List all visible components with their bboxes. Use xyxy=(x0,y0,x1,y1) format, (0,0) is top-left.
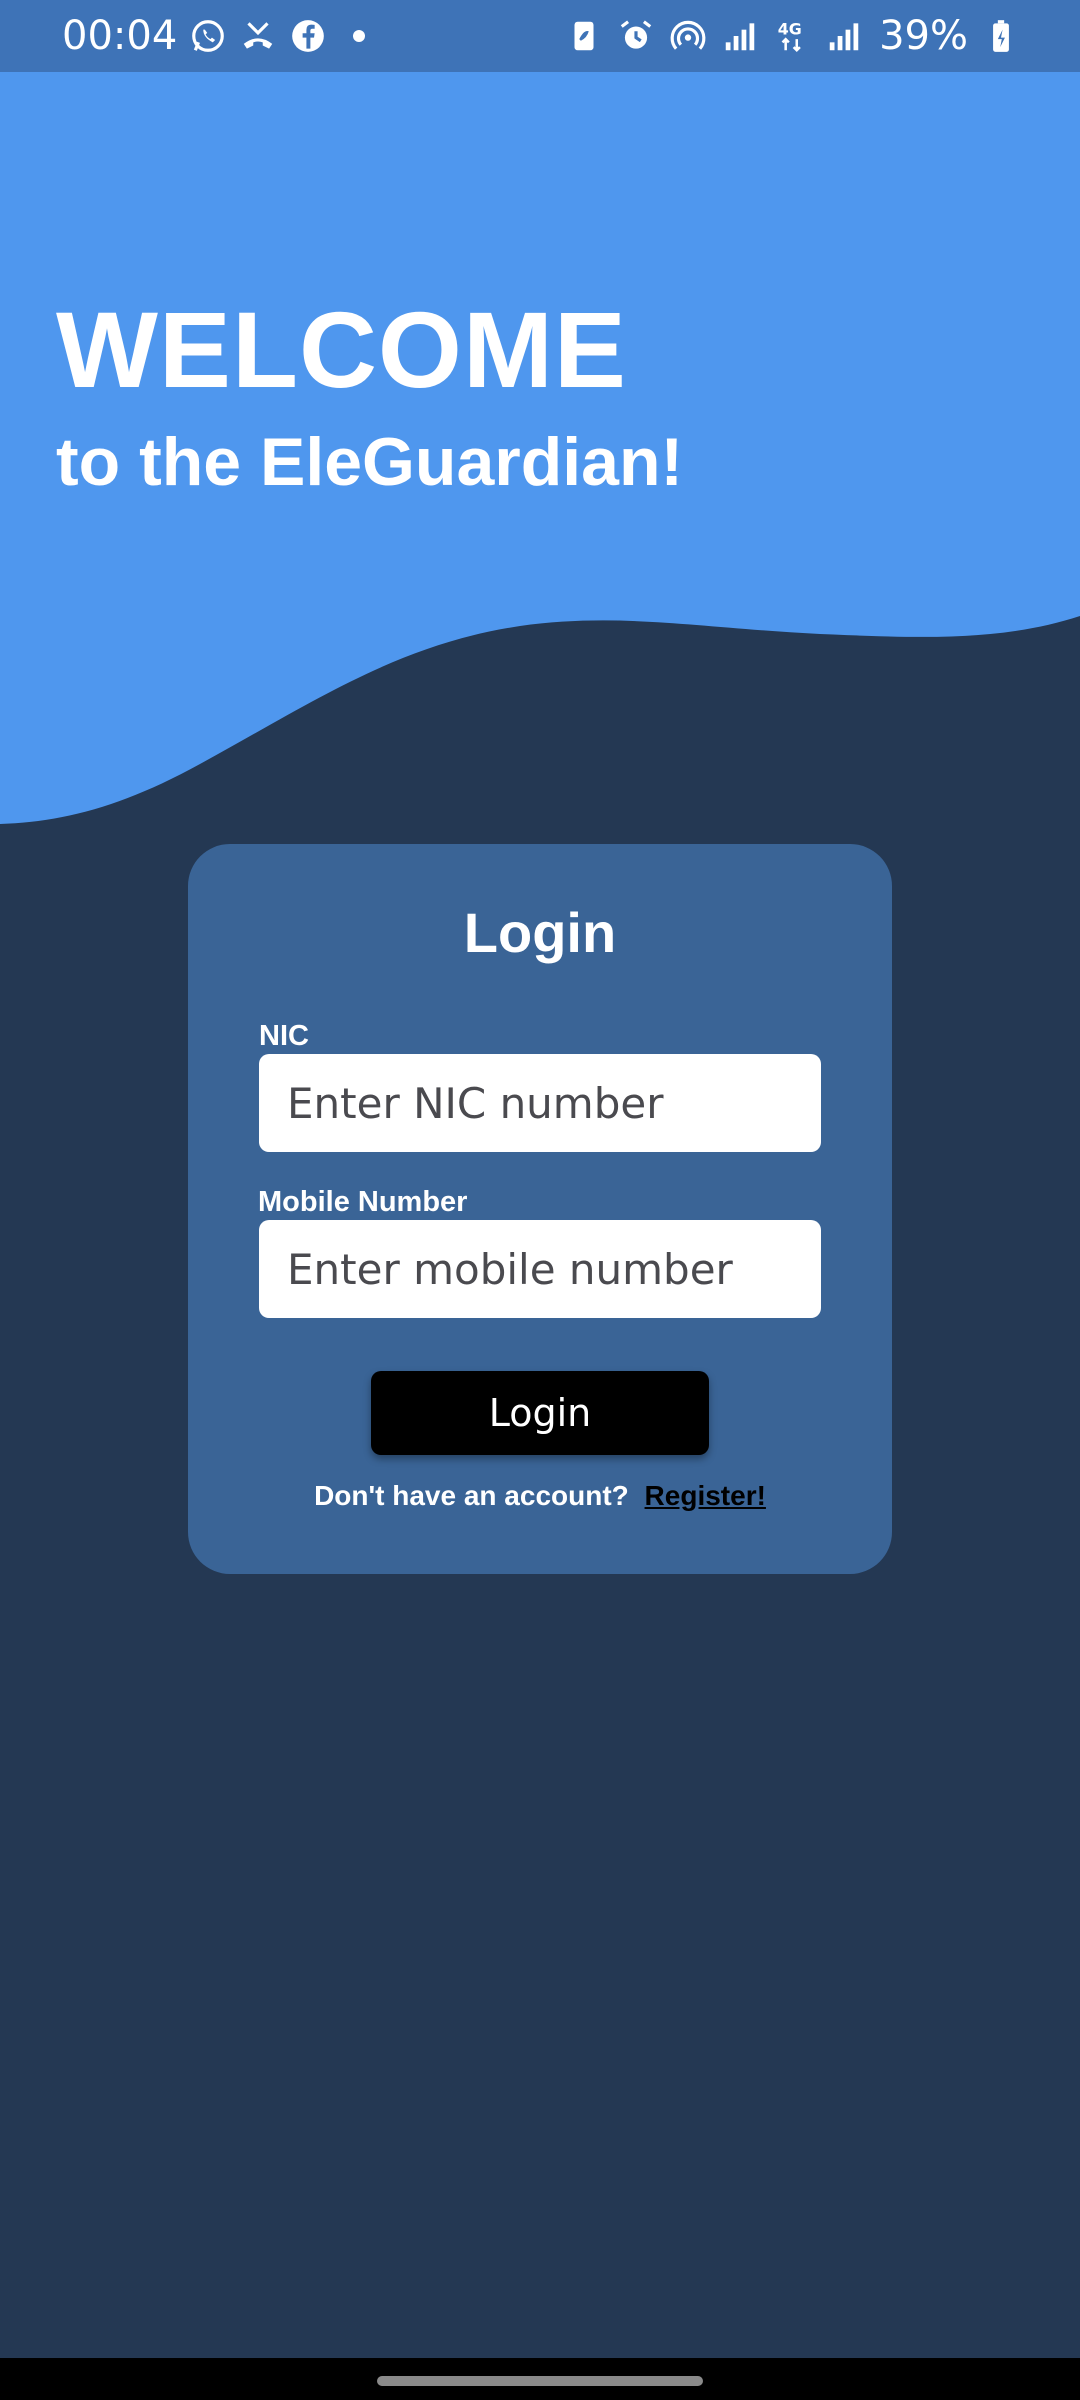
status-left-icons xyxy=(189,17,366,55)
nic-input[interactable] xyxy=(259,1054,821,1152)
missed-call-icon xyxy=(239,17,277,55)
signal-icon xyxy=(721,17,759,55)
nic-label: NIC xyxy=(259,1020,309,1052)
whatsapp-icon xyxy=(189,17,227,55)
status-time: 00:04 xyxy=(62,13,178,59)
mobile-number-label: Mobile Number xyxy=(258,1186,468,1218)
alarm-icon xyxy=(617,17,655,55)
hotspot-icon xyxy=(669,17,707,55)
welcome-subtitle: to the EleGuardian! xyxy=(56,424,684,500)
battery-percentage: 39% xyxy=(879,13,968,59)
notification-dot xyxy=(353,30,366,42)
login-card: Login NIC Mobile Number Login Don't have… xyxy=(188,844,892,1574)
navigation-bar xyxy=(0,2358,1080,2400)
home-gesture-handle[interactable] xyxy=(377,2376,703,2386)
battery-saver-icon xyxy=(565,17,603,55)
register-row: Don't have an account? Register! xyxy=(188,1480,892,1512)
battery-icon xyxy=(982,17,1020,55)
status-right-icons: 4G 39% xyxy=(565,13,1020,59)
login-title: Login xyxy=(463,901,617,964)
facebook-icon xyxy=(289,17,327,55)
signal-icon xyxy=(825,17,863,55)
4g-icon: 4G xyxy=(773,17,811,55)
register-prompt: Don't have an account? xyxy=(314,1480,637,1511)
status-bar: 00:04 4G 39% xyxy=(0,0,1080,72)
login-screen: 00:04 4G 39% WELCOME to the EleGuardian!… xyxy=(0,0,1080,2400)
welcome-title: WELCOME xyxy=(56,289,627,410)
svg-text:4G: 4G xyxy=(778,19,802,38)
mobile-number-input[interactable] xyxy=(259,1220,821,1318)
login-button[interactable]: Login xyxy=(371,1371,709,1455)
register-link[interactable]: Register! xyxy=(645,1480,766,1511)
